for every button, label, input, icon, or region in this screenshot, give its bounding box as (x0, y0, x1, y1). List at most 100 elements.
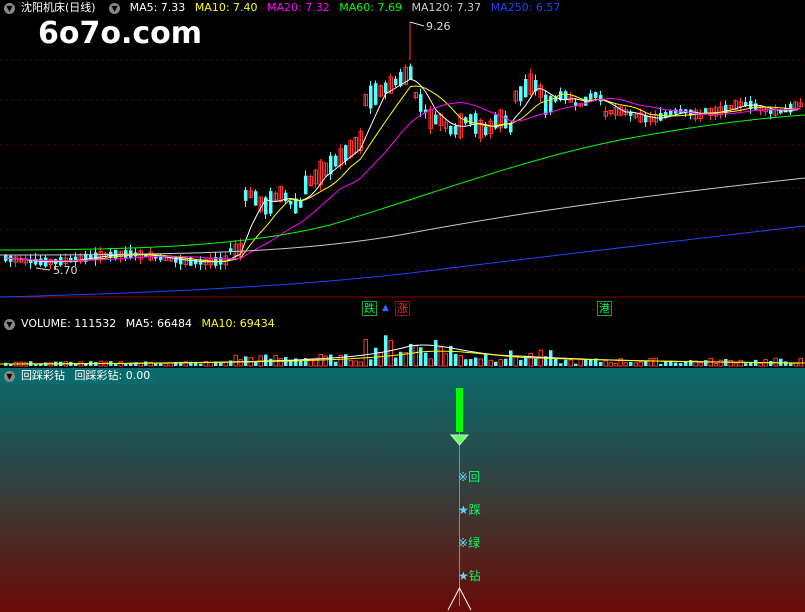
candle-body (669, 110, 673, 116)
volume-bar (323, 355, 328, 367)
volume-bar (223, 361, 228, 367)
volume-bar (464, 359, 468, 366)
volume-bar (363, 338, 368, 367)
volume-ma10-label: MA10: 69434 (201, 317, 275, 330)
volume-bar (789, 363, 793, 366)
volume-header: ▼ VOLUME: 111532 MA5: 66484 MA10: 69434 (0, 316, 281, 332)
candle-body (289, 200, 293, 205)
candle-body (599, 94, 603, 102)
volume-bar (603, 360, 608, 367)
volume-bar (613, 362, 618, 367)
volume-bar (528, 352, 533, 367)
marker-text: 踩 (468, 503, 481, 517)
volume-bar (599, 361, 603, 366)
stock-title: 沈阳机床(日线) (21, 1, 96, 14)
indicator-settings-icon[interactable]: ▼ (4, 370, 15, 382)
candle-body (544, 94, 548, 115)
volume-bar (793, 362, 798, 367)
volume-bar (769, 361, 773, 366)
marker-text: 钻 (468, 569, 481, 583)
volume-bar (144, 361, 148, 366)
volume-bar (504, 358, 508, 366)
volume-bar (219, 362, 223, 366)
candle-body (574, 102, 578, 106)
volume-bar (568, 359, 573, 367)
volume-bar (208, 361, 213, 367)
volume-bar (589, 359, 593, 366)
volume-bar (554, 358, 558, 366)
volume-bar (394, 357, 398, 366)
volume-bar (329, 354, 333, 366)
volume-bar (474, 357, 478, 366)
marker-cai: ★踩 (458, 501, 481, 518)
volume-bar (168, 362, 173, 367)
volume-bar (378, 351, 383, 367)
volume-bar (584, 359, 588, 366)
candle-body (589, 93, 593, 100)
volume-bar (758, 362, 763, 367)
volume-bar (798, 357, 803, 367)
signal-plot (447, 388, 472, 611)
ma20-label: MA20: 7.32 (267, 1, 330, 14)
volume-bar (388, 339, 393, 367)
volume-bar (269, 358, 273, 366)
tag-die: 跌 (362, 301, 377, 316)
high-price-label: 9.26 (426, 20, 451, 33)
volume-bar (419, 347, 423, 366)
candle-body (394, 78, 398, 86)
volume-bar (664, 361, 668, 366)
volume-bar (353, 360, 358, 367)
volume-bar (728, 359, 733, 367)
volume-bar (438, 346, 443, 367)
volume-bar (163, 363, 168, 367)
ma120-label: MA120: 7.37 (411, 1, 482, 14)
candle-body (374, 83, 378, 105)
ma60-label: MA60: 7.69 (339, 1, 402, 14)
ma10-label: MA10: 7.40 (194, 1, 258, 14)
volume-bar (348, 360, 353, 367)
candle-body (384, 82, 388, 94)
volume-bar (458, 354, 463, 367)
volume-bar (443, 353, 448, 367)
price-chart-pane[interactable]: ▼ 沈阳机床(日线) ▼ MA5: 7.33 MA10: 7.40 MA20: 7… (0, 0, 805, 316)
star-icon: ★ (458, 503, 469, 517)
volume-bar (278, 358, 283, 367)
indicator-pane[interactable]: ▼ 回踩彩钻 回踩彩钻: 0.00 ※回 ★踩 ※绿 ★钻 (0, 368, 805, 612)
candle-body (519, 86, 523, 102)
volume-pane[interactable]: ▼ VOLUME: 111532 MA5: 66484 MA10: 69434 (0, 316, 805, 368)
volume-bar (358, 361, 363, 367)
signal-bar (456, 388, 463, 432)
candle-body (269, 191, 273, 214)
volume-bar (534, 358, 538, 366)
ma20-line (5, 97, 801, 262)
candle-body (564, 91, 568, 100)
candle-body (449, 126, 453, 135)
volume-settings-icon[interactable]: ▼ (4, 318, 15, 330)
volume-bar (623, 362, 628, 367)
volume-bar (334, 361, 338, 366)
volume-bar (713, 362, 718, 367)
volume-bar (488, 359, 493, 367)
volume-bar (773, 357, 778, 367)
volume-bar (564, 359, 568, 366)
candle-body (369, 85, 373, 109)
marker-text: 绿 (468, 536, 481, 550)
tag-zhang: 涨 (395, 301, 410, 316)
volume-bar (689, 360, 693, 366)
price-chart-header: ▼ 沈阳机床(日线) ▼ MA5: 7.33 MA10: 7.40 MA20: 7… (0, 0, 566, 16)
volume-bar (653, 357, 658, 367)
volume-bar (704, 360, 708, 366)
settings-gear-icon[interactable]: ▼ (4, 2, 15, 14)
volume-bar (738, 359, 743, 367)
volume-bar (299, 360, 303, 366)
volume-bar (718, 359, 723, 367)
volume-bar (494, 361, 498, 366)
volume-bar (749, 362, 753, 366)
candle-body (454, 126, 458, 135)
candle-body (244, 189, 248, 201)
volume-bar (449, 345, 453, 366)
low-price-label: 5.70 (53, 264, 78, 277)
ma-settings-icon[interactable]: ▼ (109, 2, 121, 14)
volume-bar (648, 358, 653, 367)
candle-body (419, 94, 423, 112)
